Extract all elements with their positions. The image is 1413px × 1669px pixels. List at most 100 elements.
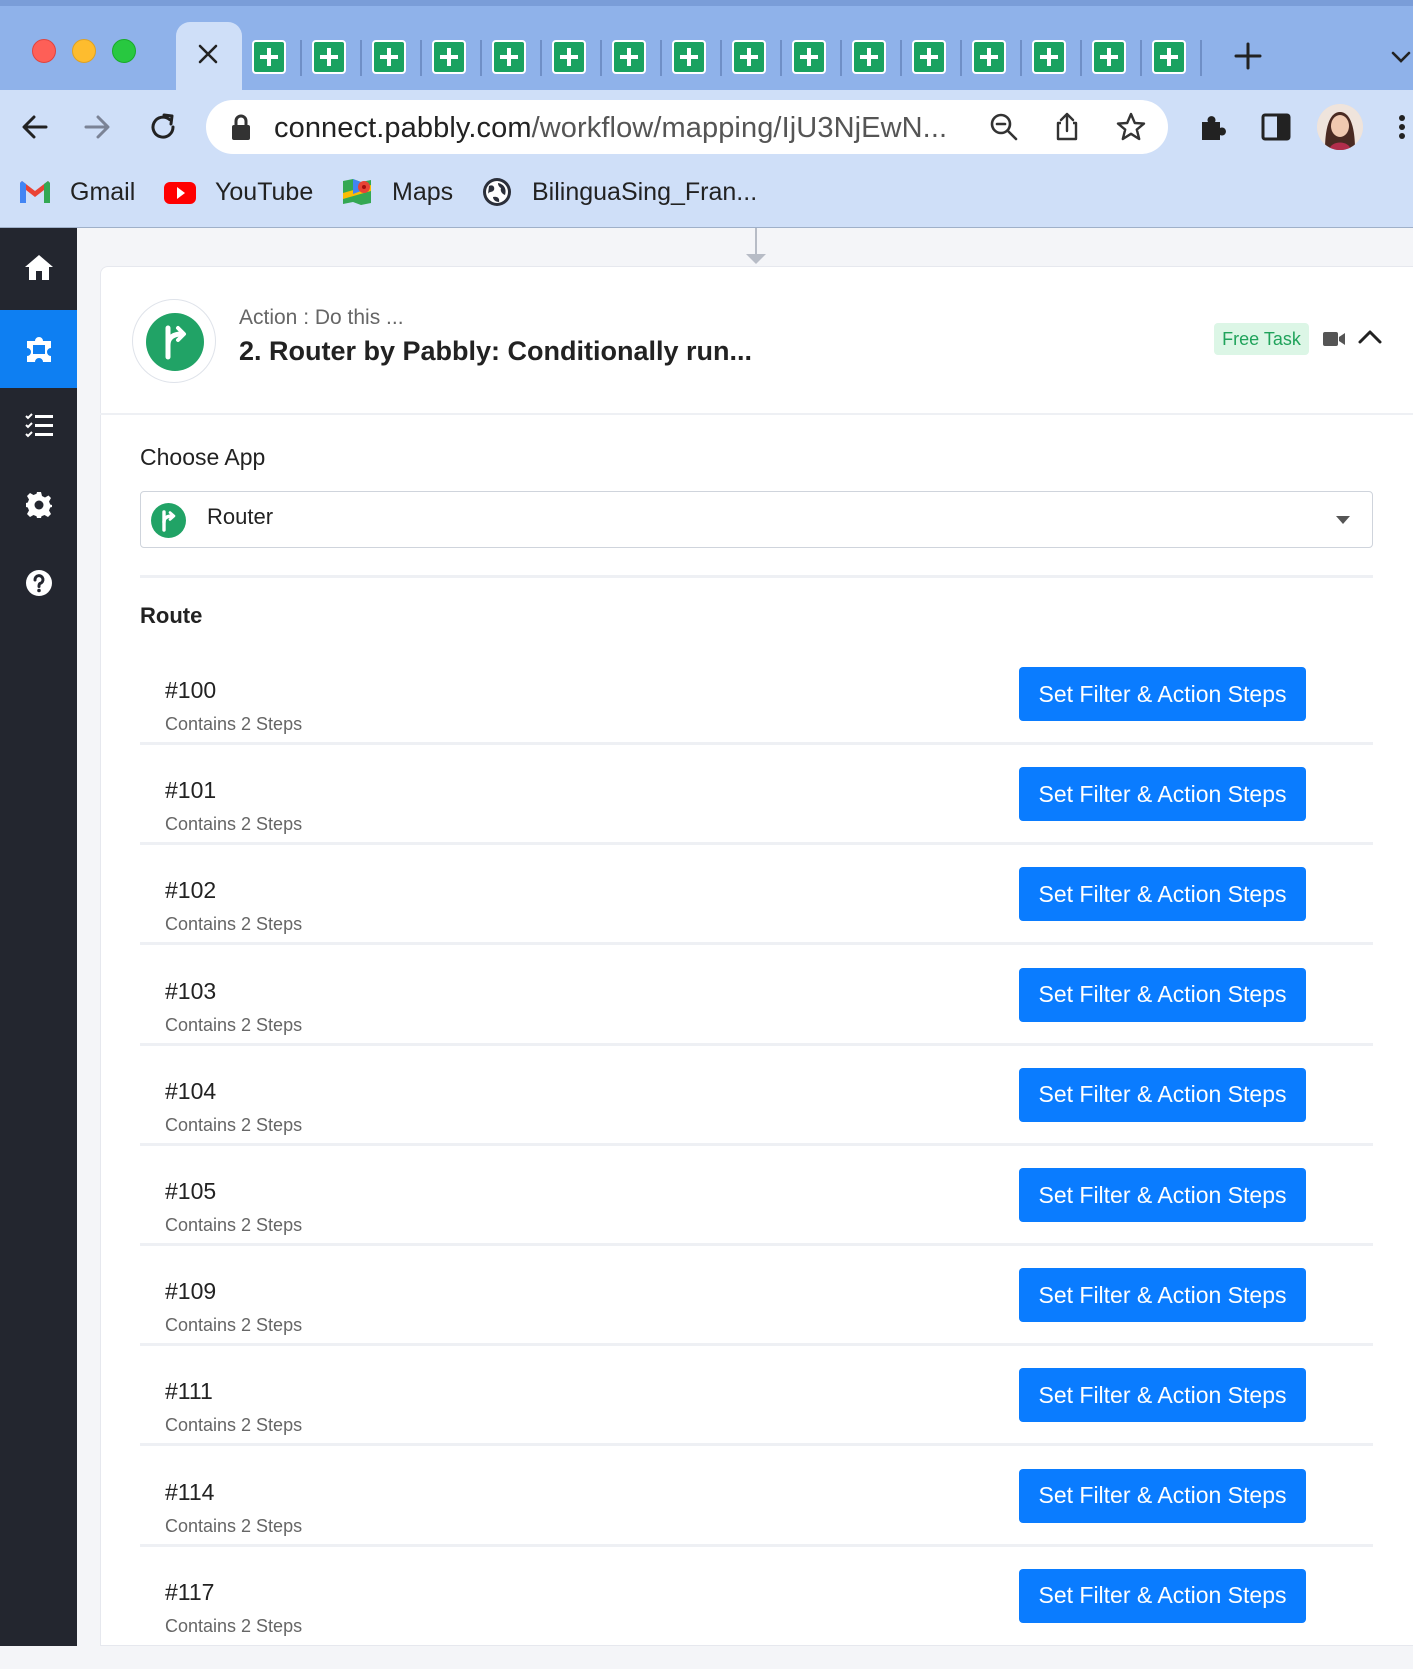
sheets-tab-icon[interactable]	[252, 40, 286, 74]
app-sidebar	[0, 228, 77, 1646]
sheets-tab-icon[interactable]	[1032, 40, 1066, 74]
browser-menu-icon[interactable]	[1392, 110, 1412, 144]
sidebar-item-home[interactable]	[0, 228, 77, 306]
window-zoom-button[interactable]	[112, 39, 136, 63]
choose-app-label: Choose App	[140, 444, 266, 470]
dropdown-caret-icon[interactable]	[1336, 516, 1350, 524]
set-filter-action-steps-button[interactable]: Set Filter & Action Steps	[1019, 967, 1306, 1022]
lock-icon[interactable]	[228, 112, 254, 142]
tab-separator	[300, 40, 302, 76]
route-row: #109 Contains 2 Steps Set Filter & Action …	[140, 1268, 1373, 1368]
puzzle-icon	[26, 337, 51, 362]
tab-separator	[780, 40, 782, 76]
set-filter-action-steps-button[interactable]: Set Filter & Action Steps	[1019, 1468, 1306, 1523]
route-divider	[140, 1343, 1373, 1347]
sheets-tab-icon[interactable]	[1152, 40, 1186, 74]
step-title[interactable]: 2. Router by Pabbly: Conditionally run..…	[239, 336, 752, 367]
choose-app-value: Router	[207, 504, 274, 529]
choose-app-select[interactable]	[140, 491, 1373, 548]
reload-icon[interactable]	[146, 110, 180, 144]
youtube-icon	[163, 177, 197, 207]
list-icon	[24, 413, 53, 438]
route-step-count: Contains 2 Steps	[165, 714, 303, 734]
tab-separator	[1140, 40, 1142, 76]
extensions-puzzle-icon[interactable]	[1196, 110, 1230, 144]
sheets-tab-icon[interactable]	[912, 40, 946, 74]
section-divider	[140, 575, 1373, 578]
sheets-tab-icon[interactable]	[312, 40, 346, 74]
sheets-tab-icon[interactable]	[672, 40, 706, 74]
sheets-tab-icon[interactable]	[612, 40, 646, 74]
tab-close-icon[interactable]	[196, 42, 220, 66]
back-icon[interactable]	[18, 110, 52, 144]
share-icon[interactable]	[1050, 110, 1084, 144]
route-divider	[140, 1243, 1373, 1246]
video-tutorial-icon[interactable]	[1322, 329, 1346, 349]
sheets-tab-icon[interactable]	[792, 40, 826, 74]
sheets-tab-icon[interactable]	[552, 40, 586, 74]
window-minimize-button[interactable]	[72, 39, 96, 63]
zoom-icon[interactable]	[987, 110, 1021, 144]
side-panel-icon[interactable]	[1259, 110, 1293, 144]
route-step-count: Contains 2 Steps	[165, 1215, 303, 1235]
route-row: #117 Contains 2 Steps Set Filter & Action …	[140, 1568, 1373, 1669]
sheets-tab-icon[interactable]	[1092, 40, 1126, 74]
bookmark-maps[interactable]: Maps	[340, 174, 453, 210]
route-row: #101 Contains 2 Steps Set Filter & Action …	[140, 767, 1373, 867]
bookmark-star-icon[interactable]	[1114, 110, 1148, 144]
route-row: #114 Contains 2 Steps Set Filter & Action …	[140, 1468, 1373, 1569]
tab-separator	[1020, 40, 1022, 76]
route-id: #114	[165, 1478, 215, 1505]
free-task-badge: Free Task	[1214, 323, 1309, 355]
profile-avatar[interactable]	[1317, 104, 1363, 150]
set-filter-action-steps-button[interactable]: Set Filter & Action Steps	[1019, 1268, 1306, 1323]
route-row: #103 Contains 2 Steps Set Filter & Action …	[140, 967, 1373, 1068]
sidebar-item-settings[interactable]	[0, 466, 77, 544]
route-id: #111	[165, 1378, 213, 1405]
url-text[interactable]: connect.pabbly.com/workflow/mapping/IjU3…	[274, 108, 947, 148]
route-row: #105 Contains 2 Steps Set Filter & Action …	[140, 1168, 1373, 1268]
new-tab-icon[interactable]	[1232, 40, 1264, 72]
set-filter-action-steps-button[interactable]: Set Filter & Action Steps	[1019, 667, 1306, 721]
sheets-tab-icon[interactable]	[972, 40, 1006, 74]
home-icon	[24, 255, 53, 280]
route-id: #105	[165, 1178, 217, 1204]
bookmark-youtube[interactable]: YouTube	[163, 174, 313, 210]
set-filter-action-steps-button[interactable]: Set Filter & Action Steps	[1019, 1568, 1306, 1623]
route-id: #102	[165, 877, 217, 904]
window-close-button[interactable]	[32, 39, 56, 63]
bookmark-bilinguasing[interactable]: BilinguaSing_Fran...	[480, 174, 757, 210]
sheets-tab-icon[interactable]	[432, 40, 466, 74]
forward-icon[interactable]	[80, 110, 114, 144]
sheets-tab-icon[interactable]	[852, 40, 886, 74]
maps-icon	[340, 177, 374, 207]
set-filter-action-steps-button[interactable]: Set Filter & Action Steps	[1019, 1168, 1306, 1222]
collapse-chevron-icon[interactable]	[1357, 326, 1383, 348]
set-filter-action-steps-button[interactable]: Set Filter & Action Steps	[1019, 1368, 1306, 1423]
sheets-tab-icon[interactable]	[492, 40, 526, 74]
router-app-icon	[146, 313, 204, 371]
sidebar-item-help[interactable]	[0, 544, 77, 622]
tab-separator	[600, 40, 602, 76]
route-row: #100 Contains 2 Steps Set Filter & Action …	[140, 667, 1373, 767]
sidebar-item-task-history[interactable]	[0, 386, 77, 464]
sheets-tab-icon[interactable]	[732, 40, 766, 74]
tab-separator	[480, 40, 482, 76]
bookmark-gmail[interactable]: Gmail	[18, 174, 135, 210]
set-filter-action-steps-button[interactable]: Set Filter & Action Steps	[1019, 1067, 1306, 1122]
route-step-count: Contains 2 Steps	[165, 1315, 303, 1336]
sheets-tab-icon[interactable]	[372, 40, 406, 74]
tab-separator	[660, 40, 662, 76]
route-step-count: Contains 2 Steps	[165, 1415, 303, 1436]
set-filter-action-steps-button[interactable]: Set Filter & Action Steps	[1019, 767, 1306, 822]
card-header-divider	[100, 413, 1413, 415]
set-filter-action-steps-button[interactable]: Set Filter & Action Steps	[1019, 867, 1306, 922]
tab-separator	[360, 40, 362, 76]
tab-separator	[900, 40, 902, 76]
sidebar-item-workflows[interactable]	[0, 310, 77, 388]
tab-search-chevron-icon[interactable]	[1390, 46, 1412, 68]
route-divider	[140, 1142, 1373, 1146]
route-divider	[140, 742, 1373, 745]
route-step-count: Contains 2 Steps	[165, 1114, 303, 1135]
route-id: #100	[165, 677, 217, 703]
